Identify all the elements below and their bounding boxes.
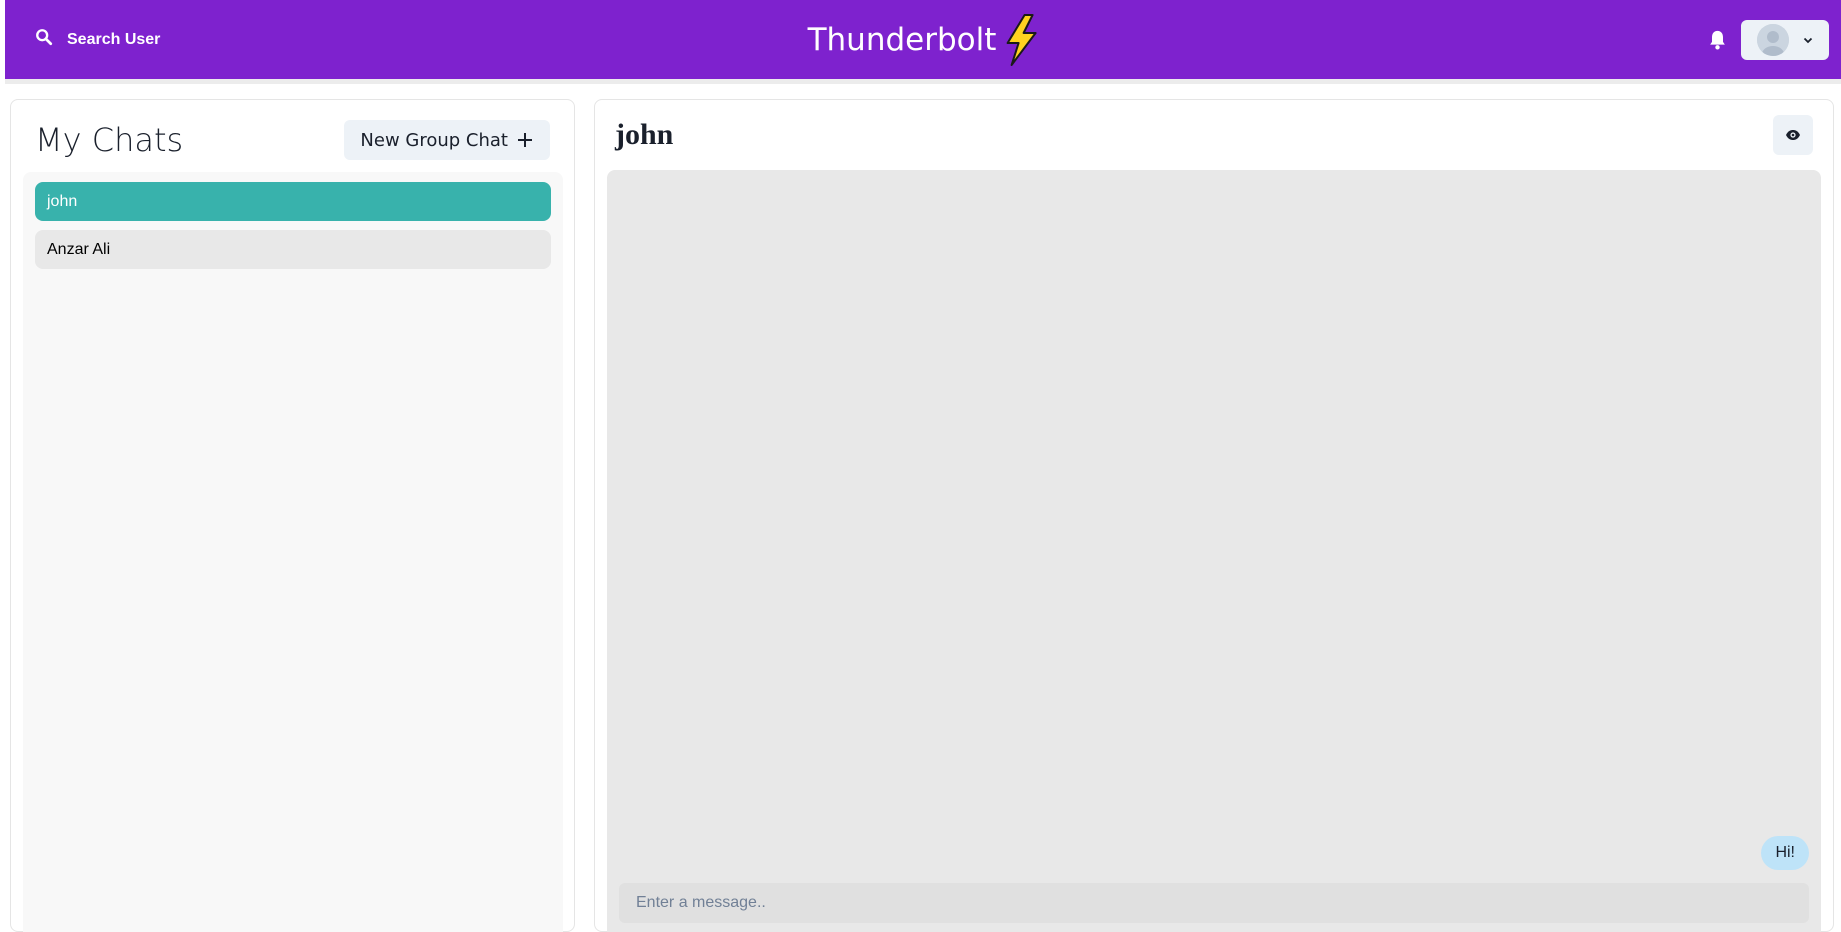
lightning-bolt-icon <box>1004 14 1038 66</box>
chat-list-item-label: Anzar Ali <box>47 240 111 258</box>
my-chats-panel: My Chats New Group Chat john Anzar Ali <box>10 99 575 932</box>
eye-icon <box>1785 129 1801 141</box>
chat-list-item-john[interactable]: john <box>35 182 551 221</box>
search-user-button[interactable]: Search User <box>29 20 166 59</box>
message-input[interactable] <box>619 883 1809 923</box>
my-chats-header: My Chats New Group Chat <box>11 100 574 166</box>
profile-menu-button[interactable] <box>1741 19 1829 60</box>
chat-list-item-anzar-ali[interactable]: Anzar Ali <box>35 230 551 269</box>
chat-list: john Anzar Ali <box>23 172 563 932</box>
new-group-chat-button[interactable]: New Group Chat <box>344 120 550 160</box>
notification-bell-icon[interactable] <box>1708 29 1727 51</box>
app-title: Thunderbolt <box>807 22 997 58</box>
avatar <box>1757 23 1789 56</box>
new-group-chat-label: New Group Chat <box>360 129 508 151</box>
message-bubble: Hi! <box>1761 836 1809 870</box>
top-right-controls <box>1708 19 1829 60</box>
my-chats-title: My Chats <box>35 121 184 159</box>
search-icon <box>35 28 53 51</box>
chevron-down-icon <box>1803 35 1813 45</box>
message-area[interactable]: Hi! <box>607 170 1821 932</box>
brand: Thunderbolt <box>808 14 1039 66</box>
conversation-title: john <box>615 118 674 151</box>
view-profile-button[interactable] <box>1773 115 1813 155</box>
chat-list-item-label: john <box>47 192 78 210</box>
top-bar: Search User Thunderbolt <box>5 0 1841 84</box>
search-user-label: Search User <box>67 30 161 48</box>
plus-icon <box>516 131 534 149</box>
conversation-header: john <box>595 100 1833 170</box>
conversation-panel: john Hi! <box>594 99 1834 932</box>
